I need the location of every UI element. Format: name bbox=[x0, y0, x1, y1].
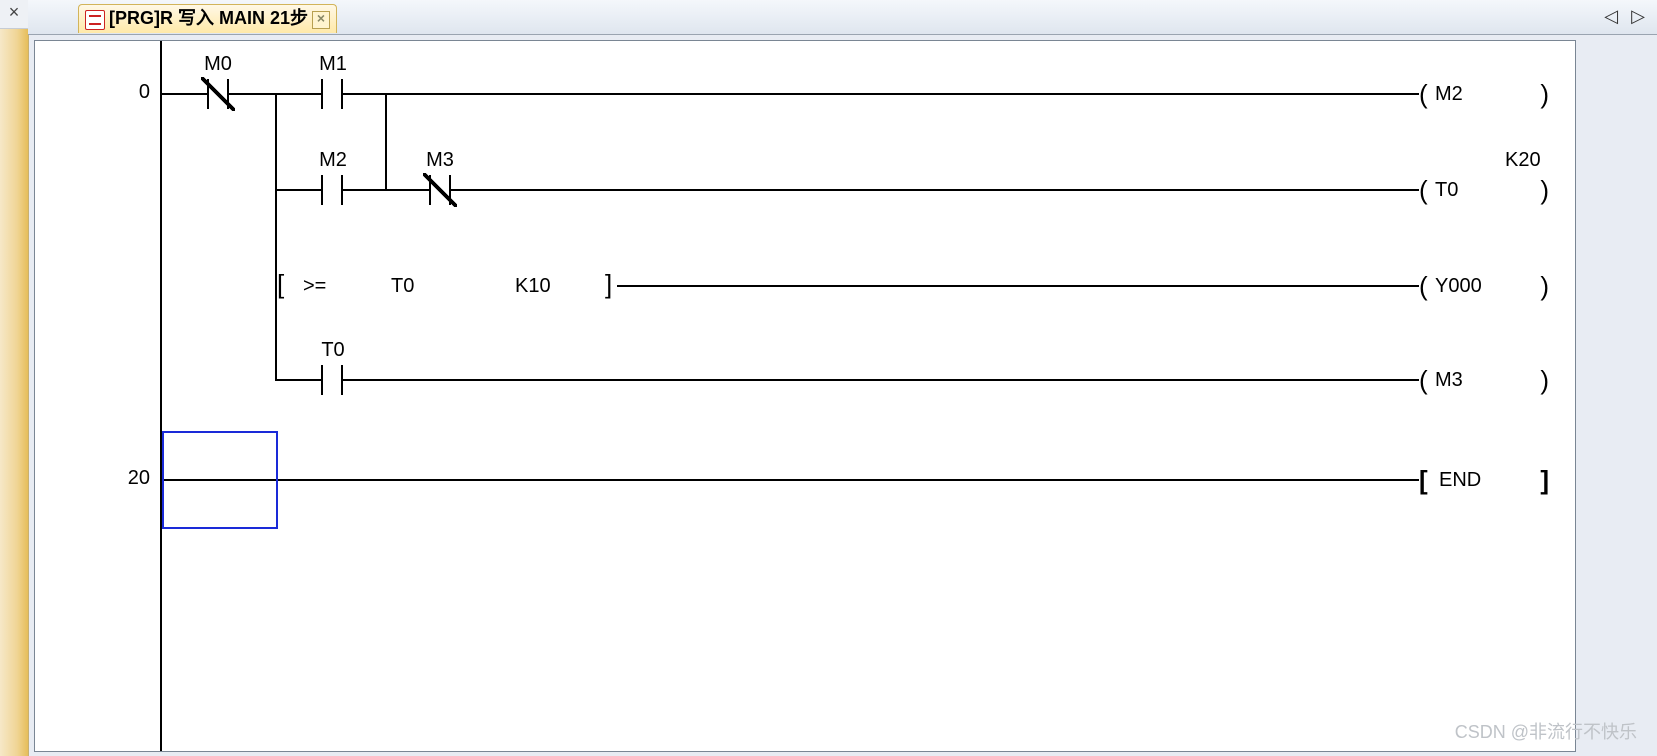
tab-close-button[interactable]: × bbox=[312, 11, 330, 29]
compare-arg-b: K10 bbox=[515, 275, 551, 298]
wire bbox=[385, 93, 1419, 95]
coil-t0[interactable]: (T0) bbox=[1419, 179, 1549, 205]
wire bbox=[161, 479, 1419, 481]
contact-no-t0[interactable] bbox=[309, 365, 355, 395]
panel-close-button[interactable]: × bbox=[0, 0, 28, 29]
tab-nav-right[interactable]: ▷ bbox=[1627, 6, 1649, 26]
left-power-rail bbox=[160, 41, 162, 751]
tab-nav-arrows: ◁ ▷ bbox=[1600, 6, 1649, 27]
contact-no-m1[interactable] bbox=[309, 79, 355, 109]
step-number-20: 20 bbox=[90, 467, 150, 490]
ladder-cursor[interactable] bbox=[162, 431, 278, 529]
compare-close-bracket: ] bbox=[605, 269, 612, 300]
contact-label-m2: M2 bbox=[319, 149, 347, 172]
wire bbox=[241, 93, 275, 95]
contact-nc-m3[interactable] bbox=[417, 175, 463, 205]
tab-nav-left[interactable]: ◁ bbox=[1600, 6, 1622, 26]
coil-m3[interactable]: (M3) bbox=[1419, 369, 1549, 395]
wire bbox=[355, 189, 417, 191]
compare-op: >= bbox=[303, 275, 326, 298]
step-number-0: 0 bbox=[90, 81, 150, 104]
program-icon bbox=[85, 10, 105, 30]
wire bbox=[355, 379, 1419, 381]
compare-arg-a: T0 bbox=[391, 275, 414, 298]
contact-no-m2[interactable] bbox=[309, 175, 355, 205]
wire bbox=[275, 189, 309, 191]
coil-y000[interactable]: (Y000) bbox=[1419, 275, 1549, 301]
wire bbox=[463, 189, 1419, 191]
ladder-editor[interactable]: 0 M0 M1 (M2) M2 M3 bbox=[34, 40, 1576, 752]
wire bbox=[161, 93, 195, 95]
compare-open-bracket: [ bbox=[277, 269, 284, 300]
timer-preset-k20: K20 bbox=[1505, 149, 1541, 172]
contact-nc-m0[interactable] bbox=[195, 79, 241, 109]
contact-label-t0: T0 bbox=[321, 339, 344, 362]
wire bbox=[275, 93, 309, 95]
wire bbox=[275, 379, 309, 381]
branch-vline-inner bbox=[385, 93, 387, 189]
contact-label-m3: M3 bbox=[426, 149, 454, 172]
contact-label-m0: M0 bbox=[204, 53, 232, 76]
coil-m2[interactable]: (M2) bbox=[1419, 83, 1549, 109]
end-instruction[interactable]: [END] bbox=[1419, 469, 1549, 495]
tab-main-program[interactable]: [PRG]R 写入 MAIN 21步 × bbox=[78, 4, 337, 33]
ladder-diagram: 0 M0 M1 (M2) M2 M3 bbox=[35, 41, 1575, 751]
watermark: CSDN @非流行不快乐 bbox=[1455, 718, 1637, 744]
wire bbox=[617, 285, 1419, 287]
tab-strip: [PRG]R 写入 MAIN 21步 × ◁ ▷ bbox=[28, 0, 1657, 35]
left-gutter: × bbox=[0, 0, 29, 756]
tab-title: [PRG]R 写入 MAIN 21步 bbox=[109, 8, 308, 28]
wire bbox=[355, 93, 385, 95]
wire bbox=[275, 189, 277, 285]
contact-label-m1: M1 bbox=[319, 53, 347, 76]
